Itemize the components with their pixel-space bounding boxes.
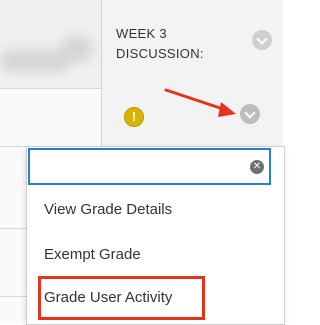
exclamation-warning-icon: !: [124, 107, 144, 127]
chevron-down-icon[interactable]: [240, 104, 260, 124]
menu-item-view-grade-details[interactable]: View Grade Details: [44, 201, 172, 218]
row-divider: [0, 296, 26, 297]
column-title: WEEK 3 DISCUSSION:: [116, 26, 204, 61]
menu-search-field[interactable]: [28, 148, 271, 185]
row-divider: [0, 228, 26, 229]
blurred-content: [62, 36, 92, 62]
menu-search-input[interactable]: [30, 150, 269, 183]
menu-item-exempt-grade[interactable]: Exempt Grade: [44, 246, 141, 263]
highlight-annotation: [38, 276, 205, 320]
close-circle-icon[interactable]: ✕: [250, 160, 264, 174]
chevron-down-icon[interactable]: [252, 30, 272, 50]
blurred-content: [0, 50, 70, 72]
student-column-header: [0, 0, 101, 89]
